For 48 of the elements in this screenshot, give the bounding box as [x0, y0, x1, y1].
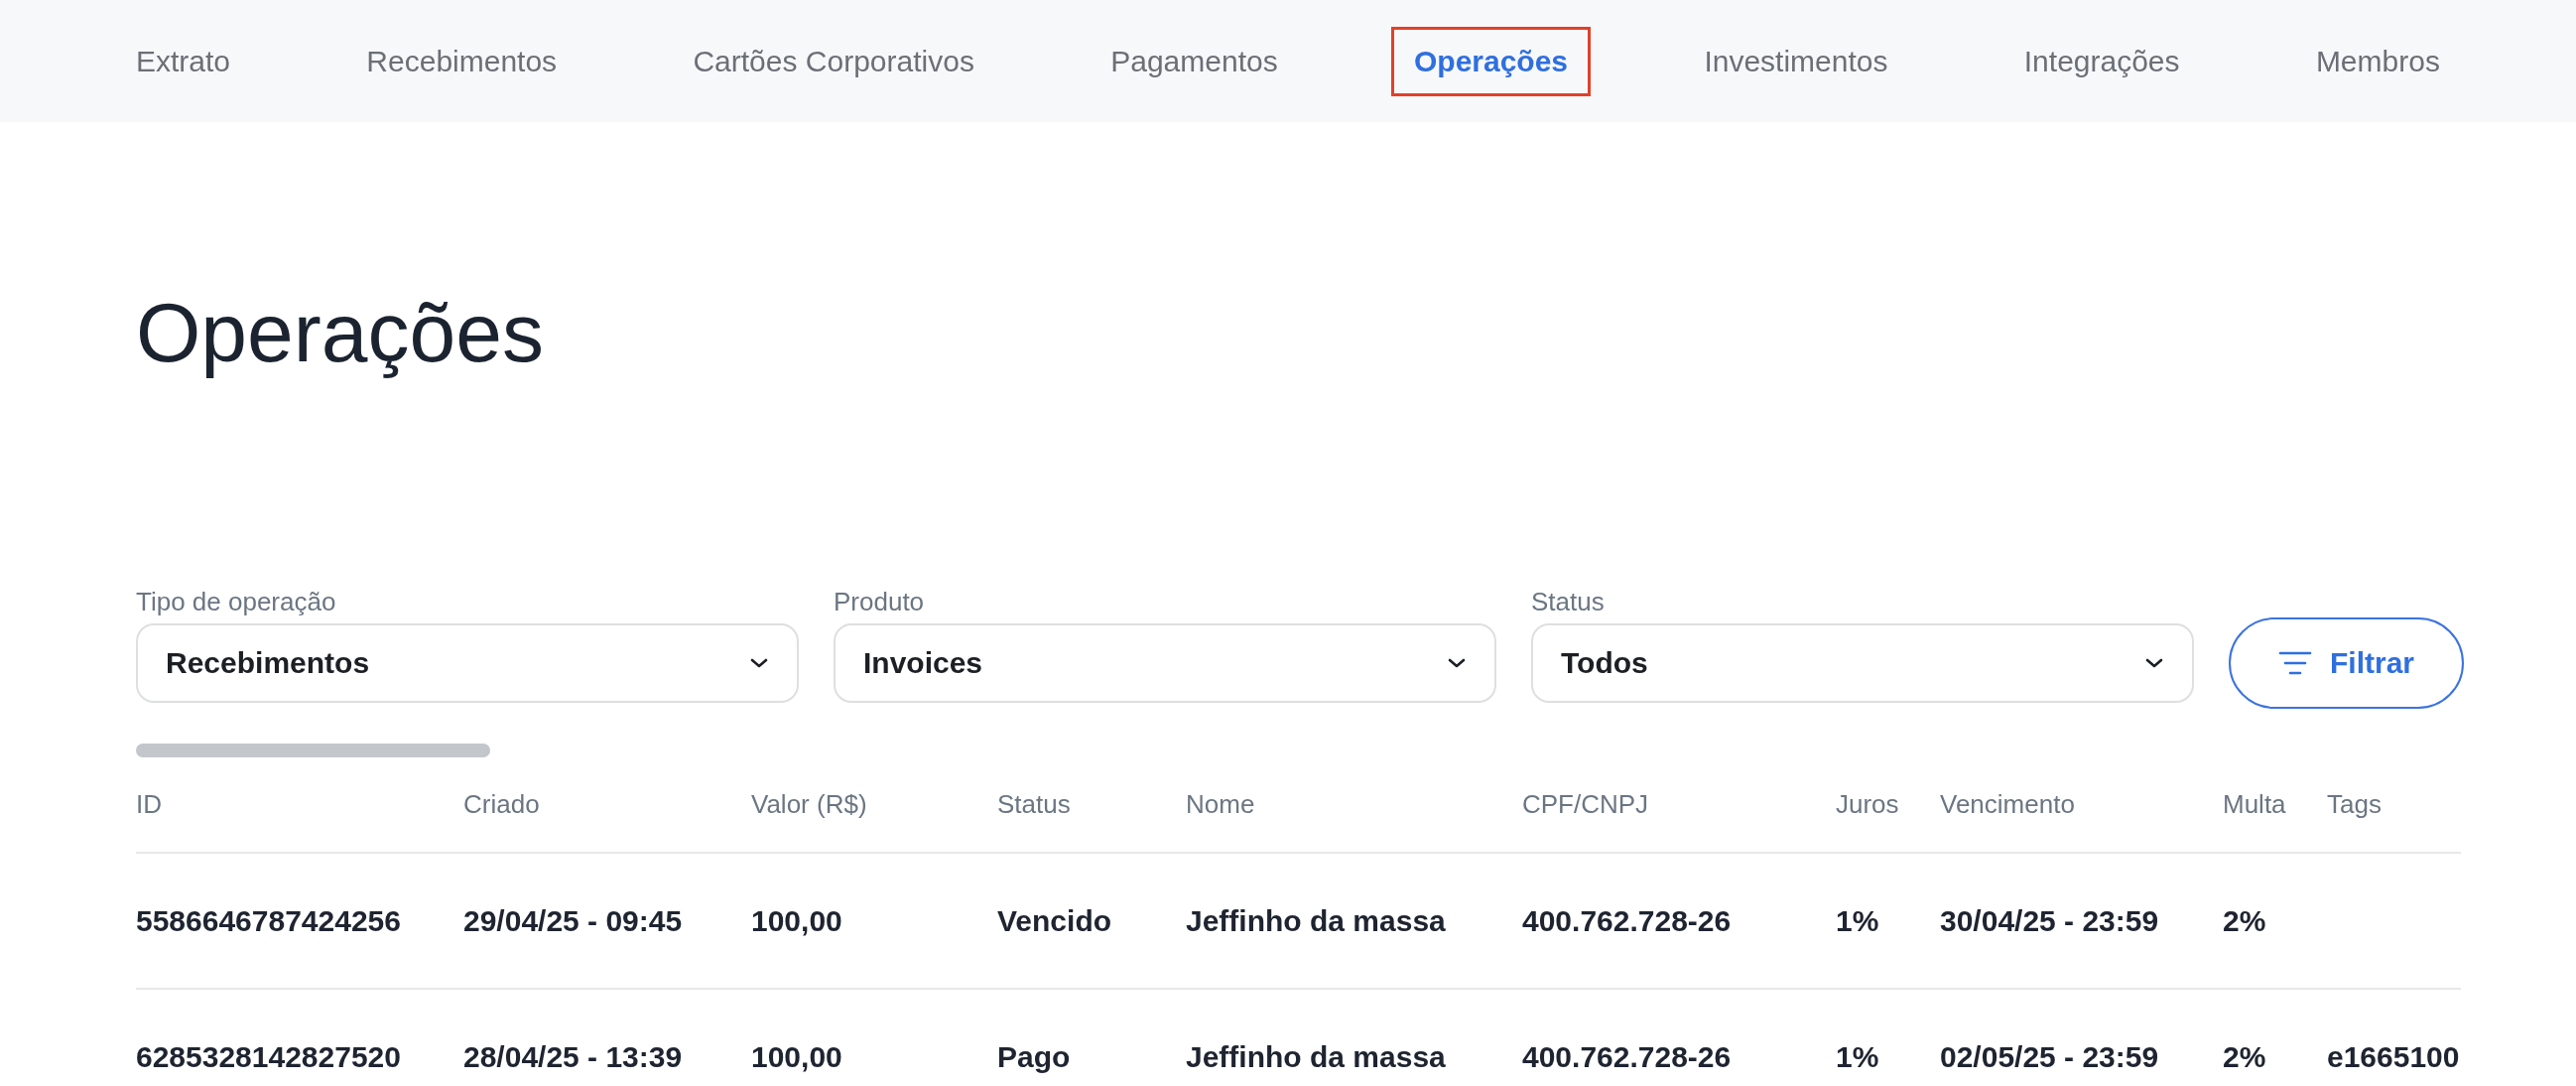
nav-tab[interactable]: Cartões Corporativos: [670, 26, 997, 96]
table-cell: 6285328142827520: [136, 1039, 401, 1073]
nav-tab[interactable]: Extrato: [113, 26, 254, 96]
table-cell: 1%: [1836, 1039, 1879, 1073]
table-cell: 100,00: [751, 1039, 842, 1073]
nav-tab[interactable]: Operações: [1390, 26, 1592, 96]
nav-tab[interactable]: Membros: [2292, 26, 2463, 96]
nav-tab[interactable]: Investimentos: [1681, 26, 1911, 96]
column-header: Nome: [1186, 787, 1256, 821]
table-cell: e1665100: [2327, 1039, 2460, 1073]
table-cell: 2%: [2223, 903, 2266, 937]
column-header: Vencimento: [1940, 787, 2076, 821]
table-cell: 29/04/25 - 09:45: [463, 903, 683, 937]
nav-tab[interactable]: Integrações: [2000, 26, 2203, 96]
table-cell: 400.762.728-26: [1522, 1039, 1732, 1073]
chevron-down-icon: [749, 656, 769, 669]
field-label: Tipo de operação: [136, 586, 336, 616]
table-cell: 1%: [1836, 903, 1879, 937]
column-header: Multa: [2223, 787, 2287, 821]
dropdown-select[interactable]: Invoices: [834, 622, 1496, 703]
field-label: Status: [1531, 586, 1605, 616]
table-cell: 02/05/25 - 23:59: [1940, 1039, 2159, 1073]
chevron-down-icon: [2144, 656, 2164, 669]
table-cell: 30/04/25 - 23:59: [1940, 903, 2159, 937]
column-header: Status: [997, 787, 1072, 821]
table-cell: 28/04/25 - 13:39: [463, 1039, 683, 1073]
table-cell: 100,00: [751, 903, 842, 937]
column-header: ID: [136, 787, 163, 821]
dropdown-select[interactable]: Todos: [1531, 622, 2194, 703]
column-header: Tags: [2327, 787, 2383, 821]
page-title: Operações: [136, 285, 545, 381]
table-cell: Pago: [997, 1039, 1071, 1073]
column-header: Valor (R$): [751, 787, 868, 821]
nav-tab[interactable]: Recebimentos: [343, 26, 580, 96]
table-cell: Vencido: [997, 903, 1112, 937]
column-header: Criado: [463, 787, 541, 821]
column-header: CPF/CNPJ: [1522, 787, 1650, 821]
nav-tab[interactable]: Pagamentos: [1088, 26, 1301, 96]
chevron-down-icon: [1447, 656, 1467, 669]
column-header: Juros: [1836, 787, 1900, 821]
field-label: Produto: [834, 586, 925, 616]
table-cell: Jeffinho da massa: [1186, 1039, 1446, 1073]
table-cell: 400.762.728-26: [1522, 903, 1732, 937]
filter-button[interactable]: Filtrar: [2229, 616, 2464, 709]
dropdown-select[interactable]: Recebimentos: [136, 622, 799, 703]
table-cell: Jeffinho da massa: [1186, 903, 1446, 937]
table-cell: 2%: [2223, 1039, 2266, 1073]
table-cell: 5586646787424256: [136, 903, 401, 937]
